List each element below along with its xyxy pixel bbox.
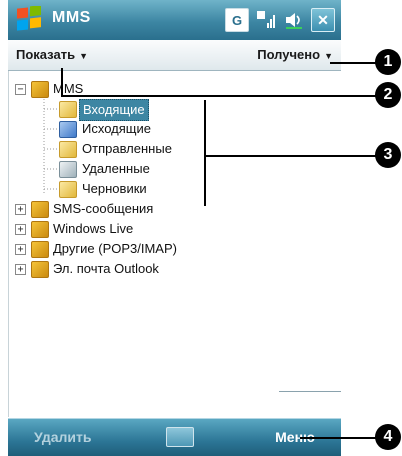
message-list-pane[interactable] xyxy=(279,71,341,417)
tree-node-label: Эл. почта Outlook xyxy=(53,261,159,276)
trash-icon xyxy=(59,161,77,178)
sort-dropdown-label: Получено xyxy=(257,47,321,62)
outbox-icon xyxy=(59,121,77,138)
callout-line-1 xyxy=(330,62,376,64)
tree-node-windows-live[interactable]: + Windows Live xyxy=(15,219,265,239)
folder-tree: − MMS Входящие Исходящие Отправленные Уд… xyxy=(15,79,265,279)
keyboard-icon[interactable] xyxy=(166,427,194,447)
delete-softkey[interactable]: Удалить xyxy=(34,429,91,445)
callout-line-2-vertical xyxy=(61,68,63,96)
softkey-bar: Удалить Меню xyxy=(8,418,341,456)
tree-node-deleted[interactable]: Удаленные xyxy=(15,159,265,179)
callout-badge-1: 1 xyxy=(375,49,401,75)
inbox-icon xyxy=(59,101,77,118)
account-folder-icon xyxy=(31,221,49,238)
expand-icon[interactable]: + xyxy=(15,264,26,275)
tree-node-label: Входящие xyxy=(79,99,149,121)
pocket-pc-screen: MMS G ✕ Показать ▼ Получено ▼ − MMS Вход… xyxy=(0,0,402,456)
show-dropdown-label: Показать xyxy=(16,47,76,62)
sent-items-icon xyxy=(59,141,77,158)
volume-icon[interactable] xyxy=(283,9,305,31)
gprs-icon[interactable]: G xyxy=(225,8,249,32)
tree-node-label: Отправленные xyxy=(82,141,172,156)
callout-badge-4: 4 xyxy=(375,424,401,450)
tree-node-label: SMS-сообщения xyxy=(53,201,154,216)
status-icons: G ✕ xyxy=(225,8,335,32)
callout-badge-3: 3 xyxy=(375,142,401,168)
signal-icon[interactable] xyxy=(255,9,277,31)
tree-node-label: Удаленные xyxy=(82,161,150,176)
show-dropdown[interactable]: Показать ▼ xyxy=(16,47,88,62)
windows-start-icon[interactable] xyxy=(14,6,44,34)
folder-tree-pane[interactable]: − MMS Входящие Исходящие Отправленные Уд… xyxy=(8,71,280,417)
tree-node-outlook[interactable]: + Эл. почта Outlook xyxy=(15,259,265,279)
tree-node-outbox[interactable]: Исходящие xyxy=(15,119,265,139)
callout-line-4 xyxy=(300,437,376,439)
close-button[interactable]: ✕ xyxy=(311,8,335,32)
tree-node-label: Другие (POP3/IMAP) xyxy=(53,241,177,256)
window-title: MMS xyxy=(52,9,91,26)
account-folder-icon xyxy=(31,81,49,98)
tree-node-label: Исходящие xyxy=(82,121,151,136)
tree-node-label: Черновики xyxy=(82,181,147,196)
tree-node-other[interactable]: + Другие (POP3/IMAP) xyxy=(15,239,265,259)
title-bar: MMS G ✕ xyxy=(8,0,341,41)
account-folder-icon xyxy=(31,241,49,258)
account-folder-icon xyxy=(31,261,49,278)
tree-node-drafts[interactable]: Черновики xyxy=(15,179,265,199)
tree-node-sms[interactable]: + SMS-сообщения xyxy=(15,199,265,219)
chevron-down-icon: ▼ xyxy=(324,51,333,61)
divider xyxy=(279,391,341,392)
expand-icon[interactable]: + xyxy=(15,204,26,215)
sort-dropdown[interactable]: Получено ▼ xyxy=(257,47,333,62)
callout-bracket-3 xyxy=(204,100,206,206)
expand-icon[interactable]: + xyxy=(15,224,26,235)
tree-node-inbox[interactable]: Входящие xyxy=(15,99,265,121)
callout-badge-2: 2 xyxy=(375,82,401,108)
callout-line-2 xyxy=(61,95,376,97)
callout-line-3 xyxy=(204,155,376,157)
chevron-down-icon: ▼ xyxy=(79,51,88,61)
account-folder-icon xyxy=(31,201,49,218)
filter-toolbar: Показать ▼ Получено ▼ xyxy=(8,40,341,71)
expand-icon[interactable]: + xyxy=(15,244,26,255)
tree-node-label: Windows Live xyxy=(53,221,134,236)
collapse-icon[interactable]: − xyxy=(15,84,26,95)
drafts-icon xyxy=(59,181,77,198)
